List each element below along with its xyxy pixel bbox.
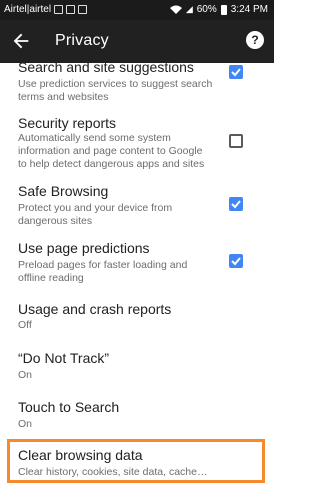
- status-left: Airtel|airtel: [4, 4, 88, 15]
- setting-touch-to-search[interactable]: Touch to Search On: [0, 392, 274, 440]
- battery-level: 60%: [196, 4, 217, 15]
- battery-icon: [220, 4, 227, 15]
- setting-page-predictions[interactable]: Use page predictions Preload pages for f…: [0, 233, 274, 293]
- setting-title: Safe Browsing: [18, 183, 109, 199]
- status-right: ◢ 60% 3:24 PM: [169, 4, 268, 15]
- highlight-box: [7, 439, 265, 483]
- setting-summary: Protect you and your device from dangero…: [18, 202, 173, 227]
- checkbox-page-predictions[interactable]: [229, 254, 243, 268]
- carrier-label: Airtel|airtel: [4, 4, 52, 15]
- setting-title: “Do Not Track”: [18, 350, 110, 366]
- setting-title: Security reports: [18, 115, 117, 131]
- image-icon: [66, 5, 76, 14]
- setting-title: Search and site suggestions: [18, 63, 194, 75]
- setting-title: Use page predictions: [18, 240, 150, 256]
- notification-icon-2: [78, 5, 88, 14]
- setting-usage-crash-reports[interactable]: Usage and crash reports Off: [0, 293, 274, 343]
- status-bar: Airtel|airtel ◢ 60% 3:24 PM: [0, 0, 274, 20]
- notification-icon: [54, 5, 64, 14]
- setting-summary: Off: [18, 319, 32, 331]
- wifi-icon: [169, 5, 182, 14]
- setting-safe-browsing[interactable]: Safe Browsing Protect you and your devic…: [0, 177, 274, 233]
- checkbox-security-reports[interactable]: [229, 134, 243, 148]
- setting-search-suggestions[interactable]: Search and site suggestions Use predicti…: [0, 63, 274, 109]
- setting-security-reports[interactable]: Security reports Automatically send some…: [0, 109, 274, 177]
- help-icon[interactable]: ?: [246, 31, 264, 49]
- arrow-back-icon[interactable]: [10, 30, 32, 52]
- checkbox-safe-browsing[interactable]: [229, 197, 243, 211]
- setting-summary: On: [18, 418, 33, 430]
- setting-summary: Use prediction services to suggest searc…: [18, 78, 213, 103]
- settings-list: Search and site suggestions Use predicti…: [0, 63, 274, 487]
- setting-summary: On: [18, 369, 33, 381]
- page-title: Privacy: [55, 32, 109, 49]
- setting-do-not-track[interactable]: “Do Not Track” On: [0, 343, 274, 392]
- setting-title: Usage and crash reports: [18, 301, 172, 317]
- checkbox-search-suggestions[interactable]: [229, 65, 243, 79]
- setting-summary: Preload pages for faster loading and off…: [18, 259, 188, 284]
- setting-title: Touch to Search: [18, 399, 120, 415]
- signal-icon: ◢: [185, 4, 193, 14]
- setting-summary: Automatically send some system informati…: [18, 132, 205, 170]
- app-toolbar: Privacy ?: [0, 20, 274, 63]
- clock: 3:24 PM: [230, 4, 268, 15]
